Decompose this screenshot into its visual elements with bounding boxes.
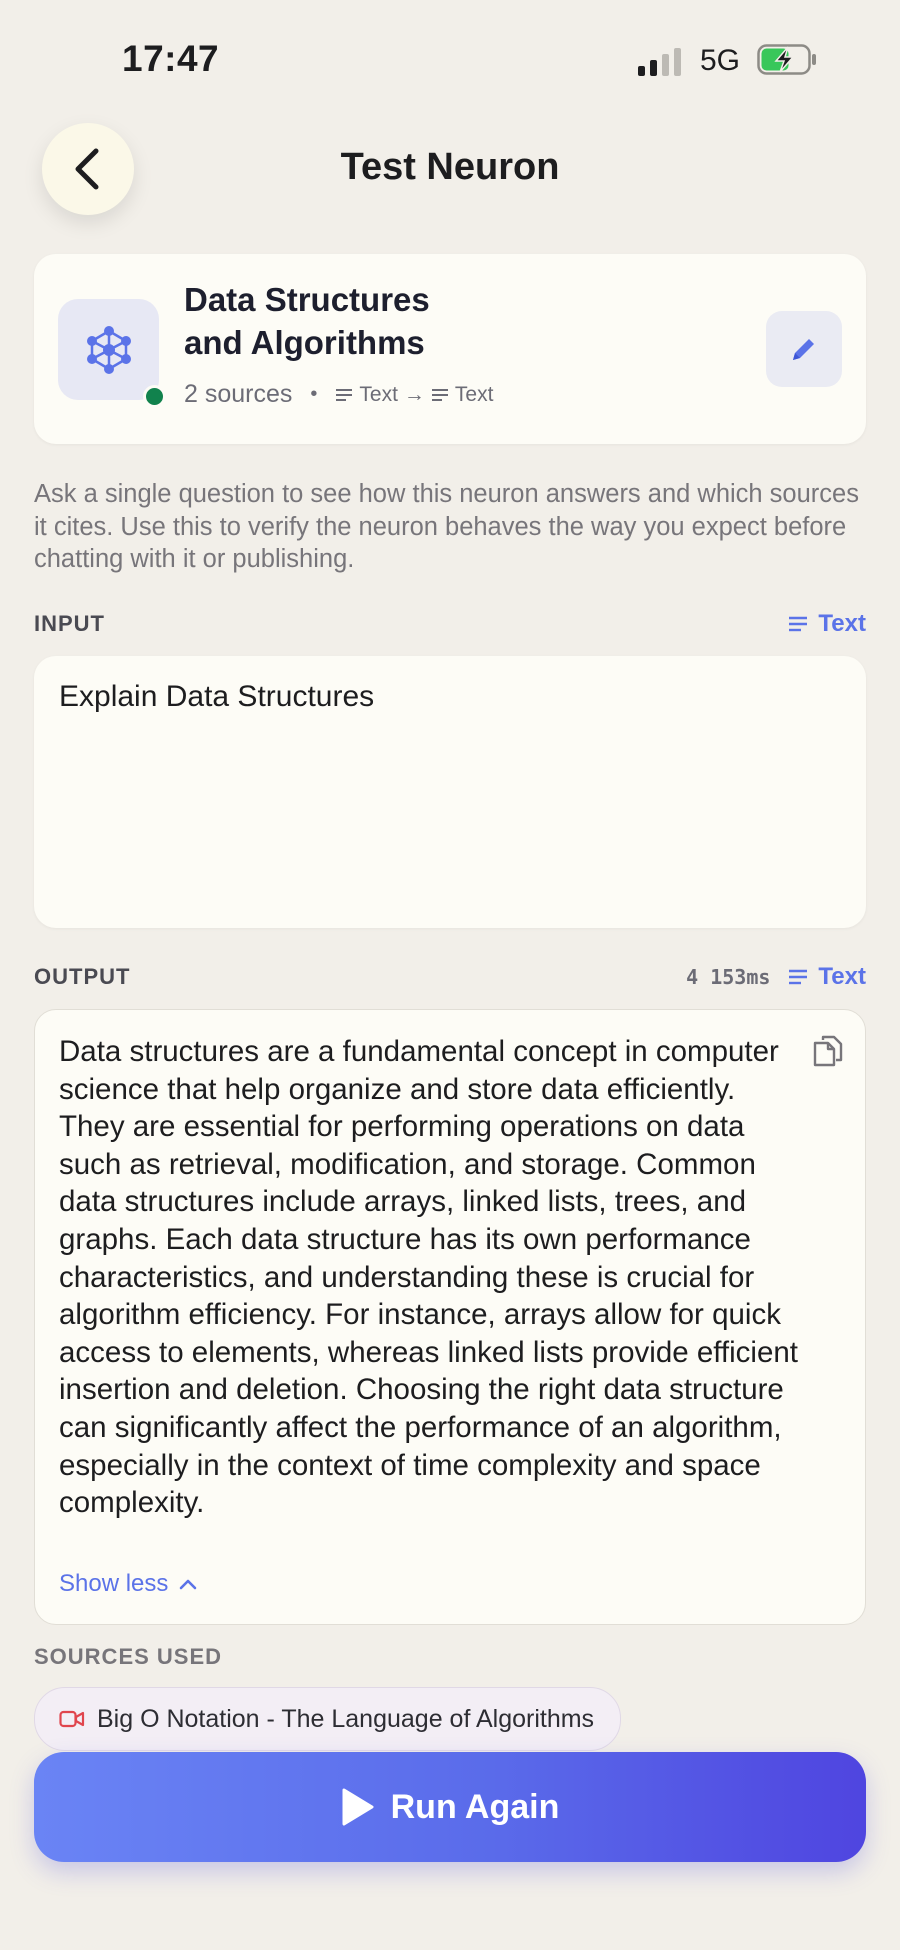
text-lines-icon xyxy=(431,388,448,401)
output-type: Text xyxy=(454,382,494,406)
neuron-name-line1: Data Structures xyxy=(184,281,430,318)
text-lines-icon xyxy=(789,969,808,985)
arrow-right-icon: → xyxy=(403,382,425,406)
page-title: Test Neuron xyxy=(340,146,560,188)
online-status-dot xyxy=(143,385,166,408)
input-type-label: Text xyxy=(818,610,866,637)
output-header-right: 4 153ms Text xyxy=(686,963,866,991)
meta-separator: • xyxy=(310,383,318,405)
neuron-name: Data Structures and Algorithms xyxy=(184,278,564,364)
sources-count: 2 sources xyxy=(184,380,293,408)
copy-icon[interactable] xyxy=(812,1034,844,1068)
video-icon xyxy=(59,1710,85,1728)
neuron-avatar xyxy=(58,299,159,400)
run-again-button[interactable]: Run Again xyxy=(34,1752,866,1862)
cellular-signal-icon xyxy=(638,46,681,76)
status-time: 17:47 xyxy=(122,38,220,79)
input-type-selector[interactable]: Text xyxy=(788,610,866,638)
question-input-value[interactable]: Explain Data Structures xyxy=(59,680,374,714)
output-type-label: Text xyxy=(818,963,866,990)
io-types: Text → Text xyxy=(335,383,493,407)
edit-button[interactable] xyxy=(766,311,842,387)
output-label: OUTPUT xyxy=(34,964,131,989)
chevron-up-icon xyxy=(180,1579,197,1590)
sources-label: SOURCES USED xyxy=(34,1644,223,1669)
description-text: Ask a single question to see how this ne… xyxy=(34,480,859,573)
neural-network-icon xyxy=(86,325,131,374)
play-icon xyxy=(342,1788,374,1826)
text-lines-icon xyxy=(789,616,808,632)
text-lines-icon xyxy=(336,388,353,401)
show-less-toggle[interactable]: Show less xyxy=(59,1570,198,1598)
input-label: INPUT xyxy=(34,611,105,636)
battery-charging-icon xyxy=(757,44,816,75)
neuron-meta: 2 sources • Text → Text xyxy=(184,380,493,409)
latency-value: 4 153ms xyxy=(686,965,771,989)
network-type: 5G xyxy=(700,44,741,77)
show-less-label: Show less xyxy=(59,1570,169,1597)
run-again-label: Run Again xyxy=(390,1787,560,1826)
output-text: Data structures are a fundamental concep… xyxy=(59,1035,798,1520)
neuron-name-line2: and Algorithms xyxy=(184,324,425,361)
source-chip[interactable]: Big O Notation - The Language of Algorit… xyxy=(34,1687,622,1751)
output-type-selector[interactable]: Text xyxy=(788,963,866,991)
input-type: Text xyxy=(359,382,398,406)
pencil-icon xyxy=(793,339,814,360)
source-title: Big O Notation - The Language of Algorit… xyxy=(97,1704,595,1733)
